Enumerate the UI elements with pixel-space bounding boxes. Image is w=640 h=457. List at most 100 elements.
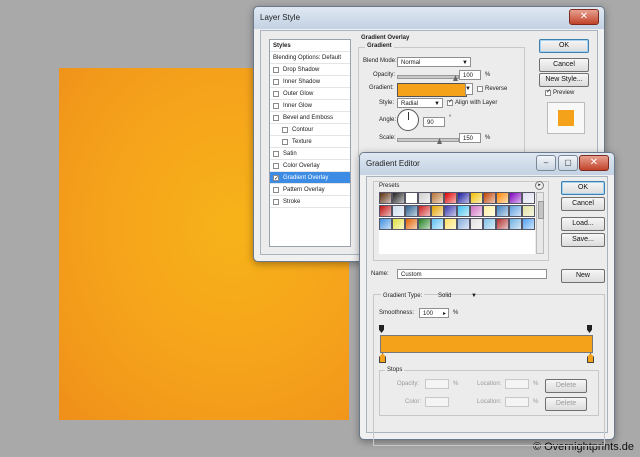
preset-swatch[interactable] [509, 205, 522, 217]
styles-item-checkbox[interactable] [273, 163, 279, 169]
opacity-label: Opacity: [373, 72, 396, 78]
styles-item-checkbox[interactable] [273, 67, 279, 73]
presets-scrollbar[interactable] [536, 192, 544, 254]
scale-input[interactable]: 150 [459, 133, 481, 143]
gradient-dropdown[interactable]: ▼ [465, 83, 473, 95]
preset-swatch[interactable] [457, 205, 470, 217]
preset-swatch[interactable] [444, 218, 457, 230]
save-button[interactable]: Save... [561, 233, 605, 247]
preset-swatch[interactable] [444, 192, 457, 204]
styles-item-checkbox[interactable] [273, 199, 279, 205]
styles-item[interactable]: Bevel and Emboss [270, 112, 350, 124]
styles-item[interactable]: Contour [270, 124, 350, 136]
blending-options-item[interactable]: Blending Options: Default [270, 52, 350, 64]
styles-item[interactable]: Drop Shadow [270, 64, 350, 76]
preset-swatch[interactable] [496, 205, 509, 217]
opacity-input[interactable]: 100 [459, 70, 481, 80]
angle-dial[interactable] [397, 109, 419, 131]
styles-item-checkbox[interactable] [282, 127, 288, 133]
preset-swatch[interactable] [470, 218, 483, 230]
styles-item[interactable]: Inner Shadow [270, 76, 350, 88]
styles-item-checkbox[interactable] [273, 173, 279, 185]
preset-swatch[interactable] [392, 218, 405, 230]
name-input[interactable]: Custom [397, 269, 547, 279]
preset-swatch[interactable] [379, 192, 392, 204]
close-icon[interactable]: ✕ [569, 9, 599, 25]
ok-button[interactable]: OK [561, 181, 605, 195]
angle-input[interactable]: 90 [423, 117, 445, 127]
presets-scrollbar-thumb[interactable] [538, 201, 544, 219]
opacity-slider[interactable] [397, 75, 459, 79]
styles-item[interactable]: Stroke [270, 196, 350, 208]
preset-swatch[interactable] [379, 205, 392, 217]
preset-swatch[interactable] [470, 192, 483, 204]
align-with-layer-checkbox[interactable] [447, 98, 453, 106]
gradient-editor-titlebar[interactable]: Gradient Editor – ▢ ✕ [360, 153, 614, 175]
restore-icon[interactable]: ▢ [558, 155, 578, 171]
styles-item[interactable]: Outer Glow [270, 88, 350, 100]
preset-swatch[interactable] [405, 205, 418, 217]
styles-item-checkbox[interactable] [273, 103, 279, 109]
preset-swatch[interactable] [483, 218, 496, 230]
styles-header[interactable]: Styles [270, 40, 350, 52]
style-select[interactable]: Radial ▼ [397, 98, 443, 108]
ok-button[interactable]: OK [539, 39, 589, 53]
reverse-checkbox[interactable] [477, 86, 483, 92]
gradient-bar[interactable] [380, 335, 593, 353]
styles-item-checkbox[interactable] [273, 91, 279, 97]
preset-swatch[interactable] [483, 192, 496, 204]
styles-item-checkbox[interactable] [273, 151, 279, 157]
close-icon[interactable]: ✕ [579, 155, 609, 171]
styles-item[interactable]: Color Overlay [270, 160, 350, 172]
styles-item[interactable]: Gradient Overlay [270, 172, 350, 185]
preset-swatch[interactable] [470, 205, 483, 217]
preset-swatch[interactable] [431, 205, 444, 217]
styles-item[interactable]: Inner Glow [270, 100, 350, 112]
preset-swatch[interactable] [509, 218, 522, 230]
preset-swatch[interactable] [418, 192, 431, 204]
blend-mode-select[interactable]: Normal ▼ [397, 57, 471, 67]
angle-dial-needle [408, 112, 409, 120]
styles-item-checkbox[interactable] [273, 79, 279, 85]
minimize-icon[interactable]: – [536, 155, 556, 171]
cancel-button[interactable]: Cancel [539, 58, 589, 72]
smoothness-input[interactable]: 100 ▸ [419, 308, 449, 318]
preset-swatch[interactable] [496, 218, 509, 230]
layer-style-titlebar[interactable]: Layer Style ✕ [254, 7, 604, 29]
preset-swatch[interactable] [405, 218, 418, 230]
gradient-type-select[interactable]: Solid ▼ [435, 291, 479, 301]
styles-item[interactable]: Pattern Overlay [270, 184, 350, 196]
delete-opacity-stop-button: Delete [545, 379, 587, 393]
styles-item-checkbox[interactable] [273, 115, 279, 121]
preset-swatch[interactable] [392, 192, 405, 204]
styles-item-checkbox[interactable] [273, 187, 279, 193]
preview-checkbox[interactable] [545, 88, 551, 96]
preset-swatch[interactable] [457, 218, 470, 230]
preset-swatch[interactable] [431, 192, 444, 204]
styles-item[interactable]: Texture [270, 136, 350, 148]
preset-swatch[interactable] [522, 205, 535, 217]
preset-swatch[interactable] [522, 192, 535, 204]
scale-slider[interactable] [397, 138, 459, 142]
preset-swatch[interactable] [444, 205, 457, 217]
preset-swatch[interactable] [392, 205, 405, 217]
preset-swatch[interactable] [431, 218, 444, 230]
styles-item[interactable]: Satin [270, 148, 350, 160]
presets-menu-icon[interactable]: ▸ [535, 181, 544, 190]
styles-item-label: Drop Shadow [283, 67, 320, 73]
gradient-preview[interactable] [397, 83, 467, 97]
preset-swatch[interactable] [522, 218, 535, 230]
styles-item-checkbox[interactable] [282, 139, 288, 145]
preset-swatch[interactable] [457, 192, 470, 204]
preset-swatch[interactable] [379, 218, 392, 230]
preset-swatch[interactable] [496, 192, 509, 204]
preset-swatch[interactable] [418, 218, 431, 230]
new-style-button[interactable]: New Style... [539, 73, 589, 87]
preset-swatch[interactable] [483, 205, 496, 217]
preset-swatch[interactable] [418, 205, 431, 217]
cancel-button[interactable]: Cancel [561, 197, 605, 211]
new-button[interactable]: New [561, 269, 605, 283]
load-button[interactable]: Load... [561, 217, 605, 231]
preset-swatch[interactable] [405, 192, 418, 204]
preset-swatch[interactable] [509, 192, 522, 204]
